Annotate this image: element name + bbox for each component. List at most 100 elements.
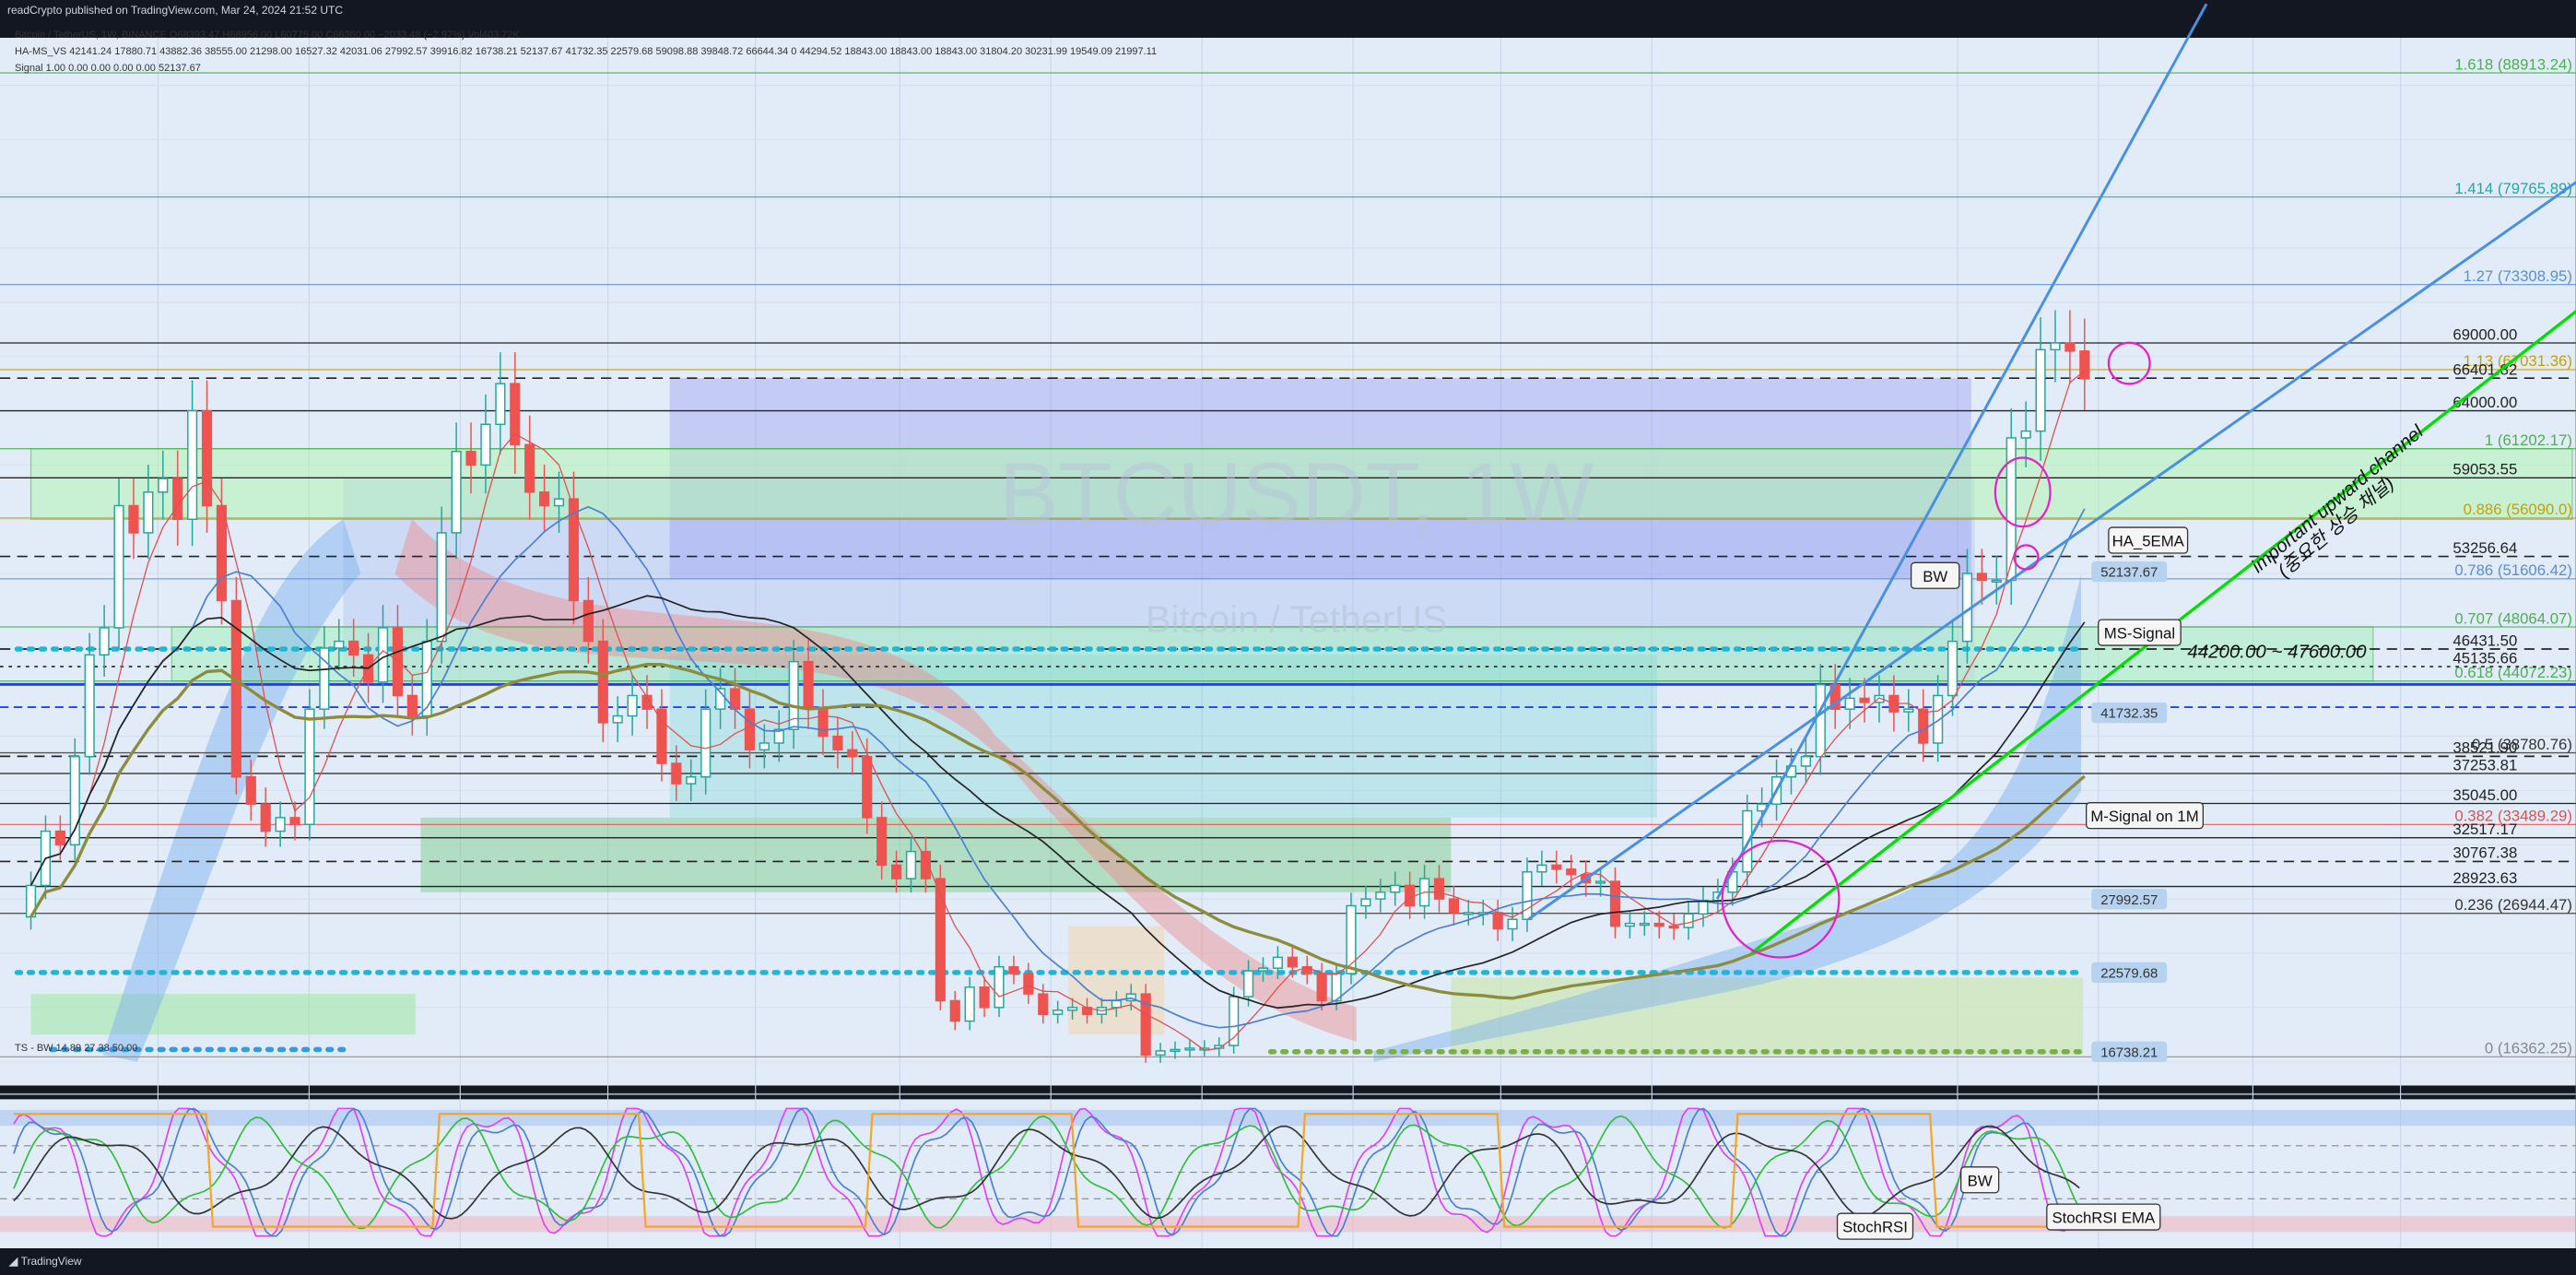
candle-body [1023,973,1034,995]
candle-body [1859,697,1870,703]
ts-bw-legend[interactable]: TS - BW 14.89 27.38 50.00 [15,1043,137,1054]
candle-body [1815,683,1826,758]
candle-body [553,498,565,507]
candle-body [1242,970,1254,998]
candle-body [1066,1007,1078,1011]
level-line-label: 30767.38 [2452,844,2517,862]
chart-root: 1.618 (88913.24) 1.414 (79765.89) 1.27 (73… [0,3,2576,1275]
price-tag: 41732.35 [2100,707,2158,722]
candle-body [1918,708,1929,744]
candle-body [348,640,359,656]
candle-body [172,478,183,520]
candle-body [245,776,256,805]
candle-body [1375,891,1386,900]
candle-body [671,762,682,785]
candle-body [230,599,241,778]
candle-body [1155,1050,1166,1057]
fib-level-label: 0.236 (26944.47) [2454,896,2572,914]
overbought-band [0,1109,2576,1127]
candle-body [1609,880,1621,927]
candle-body [1536,864,1547,873]
fib-level-label: 1.27 (73308.95) [2464,267,2572,285]
candle-body [2079,350,2090,380]
candle-body [539,491,550,507]
candle-body [495,383,506,426]
level-line-label: 38521.90 [2452,739,2517,757]
candle-body [334,640,345,649]
candle-body [891,864,902,880]
candle-body [421,640,432,717]
candle-body [862,755,873,819]
candle-body [1272,956,1284,969]
level-line-label: 37253.81 [2452,756,2517,773]
level-line-label: 32517.17 [2452,820,2517,838]
watermark-symbol: BTCUSDT, 1W [999,443,1594,544]
price-chart[interactable]: 1.618 (88913.24) 1.414 (79765.89) 1.27 (73… [0,0,2576,1275]
callout-m-signal-1m: M-Signal on 1M [2090,808,2198,825]
candle-body [1405,884,1416,907]
level-line-label: 35045.00 [2452,786,2517,804]
candle-body [1507,918,1518,930]
candle-body [1566,868,1577,876]
candle-body [465,450,476,466]
candle-body [128,504,139,534]
callout-bw: BW [1923,568,1947,585]
candle-body [1594,880,1606,884]
candle-body [260,803,271,832]
candle-body [275,817,286,832]
candle-body [158,478,169,493]
candle-body [1316,973,1327,1002]
candle-body [1008,965,1019,974]
candle-body [979,986,990,1009]
fib-level-label: 0 (16362.25) [2485,1040,2572,1057]
candle-body [744,708,756,751]
fib-level-label: 0.707 (48064.07) [2454,609,2572,627]
candle-body [1184,1047,1195,1051]
callout-bw-lower: BW [1968,1172,1993,1189]
candle-body [759,742,770,751]
tradingview-logo-icon: ◢ [9,1255,21,1268]
candle-body [612,714,623,724]
price-tag: 52137.67 [2100,566,2158,581]
candle-body [143,491,154,534]
candle-body [406,694,418,717]
ha-ms-legend[interactable]: HA-MS_VS 42141.24 17880.71 43882.36 3855… [15,46,1157,57]
price-tag: 16738.21 [2100,1045,2158,1060]
candle-body [847,749,858,758]
level-line-label: 69000.00 [2452,325,2517,343]
candle-body [686,776,697,785]
candle-body [2050,342,2061,351]
candle-body [1639,922,1650,927]
candle-body [582,599,594,643]
candle-body [949,999,960,1022]
candle-body [905,850,917,880]
fib-level-label: 1.618 (88913.24) [2454,55,2572,73]
symbol-legend[interactable]: Bitcoin / TetherUS, 1W, BINANCE O68393.4… [15,30,520,41]
candle-body [1844,697,1855,710]
watermark-name: Bitcoin / TetherUS [1146,597,1447,640]
level-line-label: 45135.66 [2452,649,2517,667]
candle-body [524,443,535,493]
callout-stochrsi: StochRSI [1842,1219,1908,1236]
candle-body [817,708,829,738]
candle-body [803,660,814,710]
candle-body [1522,870,1533,920]
level-line-label: 53256.64 [2452,539,2517,557]
candle-body [1448,898,1459,914]
candle-body [1492,912,1503,930]
candle-body [392,627,404,697]
candle-body [1287,956,1298,968]
tradingview-brand: TradingView [20,1255,82,1268]
candle-body [1360,898,1371,907]
candle-body [1433,878,1445,900]
callout-stochrsi-ema: StochRSI EMA [2052,1210,2156,1227]
candle-body [69,755,80,846]
candle-body [84,654,95,758]
signal-legend[interactable]: Signal 1.00 0.00 0.00 0.00 0.00 52137.67 [15,63,201,74]
candle-body [2035,348,2046,432]
candle-body [99,627,110,656]
fib-level-label: 1 (61202.17) [2485,431,2572,449]
candle-body [1624,922,1635,927]
tradingview-footer: ◢ TradingView [0,1248,2576,1275]
candle-body [216,504,228,602]
